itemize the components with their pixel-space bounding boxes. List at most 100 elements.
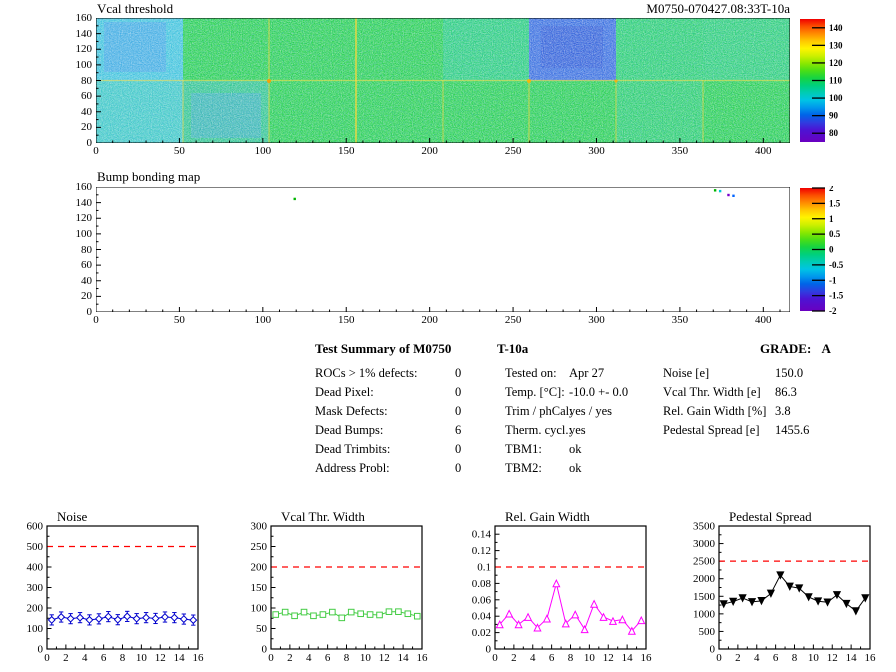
y-tick-label: 100 — [75, 227, 93, 240]
colorbar-tick-label: 2 — [829, 186, 834, 193]
y-tick-label: 140 — [75, 196, 93, 209]
vcal-width-chart: Vcal Thr. Width 0 50 100 150 200 250 300 0 2 4 6 8 1… — [224, 505, 448, 672]
pedestal-chart: Pedestal Spread 0 500 1000 1500 2000 2500 3000… — [672, 505, 896, 672]
y-tick-label: 600 — [27, 521, 44, 533]
data-point-marker — [47, 615, 56, 624]
data-point-marker — [281, 608, 289, 616]
y-tick-label: 300 — [251, 521, 268, 533]
summary-value: 1455.6 — [775, 423, 810, 437]
summary-row: Mask Defects: 0 — [315, 402, 461, 421]
summary-label: Dead Bumps: — [315, 423, 384, 437]
colorbar-tick-label: -0.5 — [829, 260, 844, 270]
data-point-marker — [66, 614, 75, 623]
data-point-marker — [851, 607, 860, 616]
vcal-map-title: Vcal threshold — [97, 1, 174, 16]
data-point-marker — [76, 613, 85, 622]
colorbar-tick-label: 140 — [829, 23, 843, 33]
data-point-marker — [151, 614, 160, 623]
x-tick-label: 400 — [755, 314, 772, 326]
y-tick-label: 120 — [75, 212, 93, 225]
data-point-marker — [804, 593, 813, 602]
x-tick-label: 250 — [504, 145, 522, 157]
bump-defect-dot — [727, 193, 730, 197]
summary-row: Pedestal Spread [e] 1455.6 — [663, 421, 809, 440]
y-tick-label: 0.08 — [472, 578, 492, 590]
x-tick-label: 6 — [325, 652, 331, 664]
x-tick-label: 6 — [549, 652, 555, 664]
summary-value: 150.0 — [775, 366, 804, 380]
data-point-marker — [599, 612, 608, 621]
colorbar-tick-label: 100 — [829, 93, 843, 103]
summary-label: Dead Trimbits: — [315, 442, 391, 456]
bump-map-title: Bump bonding map — [97, 169, 201, 184]
summary-row: Dead Bumps: 6 — [315, 421, 461, 440]
summary-conditions-column: Tested on: Apr 27 Temp. [°C]: -10.0 +- 0.0 T… — [505, 364, 628, 478]
colorbar-tick-label: 110 — [829, 76, 843, 86]
y-tick-label: 2000 — [693, 573, 716, 585]
y-tick-label: 150 — [251, 582, 268, 594]
x-tick-label: 10 — [136, 652, 148, 664]
data-point-marker — [104, 612, 113, 621]
x-tick-label: 14 — [622, 652, 634, 664]
y-tick-label: 0 — [486, 644, 492, 656]
y-tick-label: 160 — [75, 181, 93, 193]
y-tick-label: 0 — [38, 644, 44, 656]
x-tick-label: 14 — [398, 652, 410, 664]
data-point-marker — [404, 610, 412, 618]
y-tick-label: 250 — [251, 541, 268, 553]
gain-width-chart: Rel. Gain Width 0 0.02 0.04 0.06 0.08 0.1 0.12… — [448, 505, 672, 672]
colorbar-tick-label: 0.5 — [829, 229, 841, 239]
x-tick-label: 100 — [254, 314, 272, 326]
x-tick-label: 300 — [588, 145, 605, 157]
pedestal-spread-series — [723, 574, 866, 612]
summary-row: Address Probl: 0 — [315, 459, 461, 478]
summary-row: Trim / phCal:yes / yes — [505, 402, 628, 421]
summary-row: Therm. cycl.:yes — [505, 421, 628, 440]
summary-value: 0 — [455, 366, 462, 380]
data-point-marker — [861, 594, 870, 603]
y-tick-label: 160 — [75, 12, 93, 24]
y-tick-label: 40 — [81, 105, 92, 118]
x-tick-label: 200 — [421, 314, 438, 326]
x-tick-label: 6 — [773, 652, 779, 664]
summary-label: Trim / phCal: — [505, 404, 573, 418]
data-point-marker — [170, 613, 179, 622]
x-tick-label: 16 — [417, 652, 429, 664]
data-point-marker — [113, 615, 122, 624]
summary-module: T-10a — [497, 341, 529, 356]
x-tick-label: 250 — [504, 314, 522, 326]
data-point-marker — [179, 615, 188, 624]
data-point-marker — [589, 599, 599, 608]
y-tick-label: 0 — [86, 306, 93, 318]
summary-row: Tested on: Apr 27 — [505, 364, 628, 383]
x-tick-label: 12 — [827, 652, 838, 664]
x-tick-label: 150 — [337, 314, 355, 326]
y-tick-label: 80 — [81, 243, 92, 256]
x-tick-label: 0 — [716, 652, 722, 664]
y-tick-label: 60 — [81, 259, 92, 272]
x-tick-label: 50 — [173, 145, 185, 157]
summary-label: Rel. Gain Width [%] — [663, 404, 767, 418]
summary-row: Vcal Thr. Width [e] 86.3 — [663, 383, 809, 402]
grade-line: GRADE: A — [760, 342, 831, 356]
y-tick-label: 500 — [699, 626, 716, 638]
y-tick-label: 0.1 — [477, 562, 491, 574]
data-point-marker — [94, 614, 103, 623]
summary-row: TBM2: ok — [505, 459, 628, 478]
summary-value: 6 — [455, 423, 462, 437]
colorbar-tick-label: 0 — [829, 245, 834, 255]
data-point-marker — [329, 608, 336, 616]
colorbar-tick-label: -1.5 — [829, 291, 844, 301]
data-point-marker — [580, 624, 589, 634]
data-point-marker — [132, 614, 141, 623]
y-tick-label: 0 — [86, 137, 93, 149]
summary-label: TBM1: — [505, 442, 542, 456]
data-point-marker — [338, 614, 346, 622]
summary-value: ok — [569, 461, 582, 475]
y-tick-label: 0.02 — [472, 627, 491, 639]
y-tick-label: 0.04 — [472, 611, 492, 623]
data-point-marker — [319, 611, 327, 618]
x-tick-label: 16 — [865, 652, 877, 664]
module-run-title: M0750-070427.08:33T-10a — [646, 1, 790, 16]
y-tick-label: 20 — [81, 290, 92, 303]
